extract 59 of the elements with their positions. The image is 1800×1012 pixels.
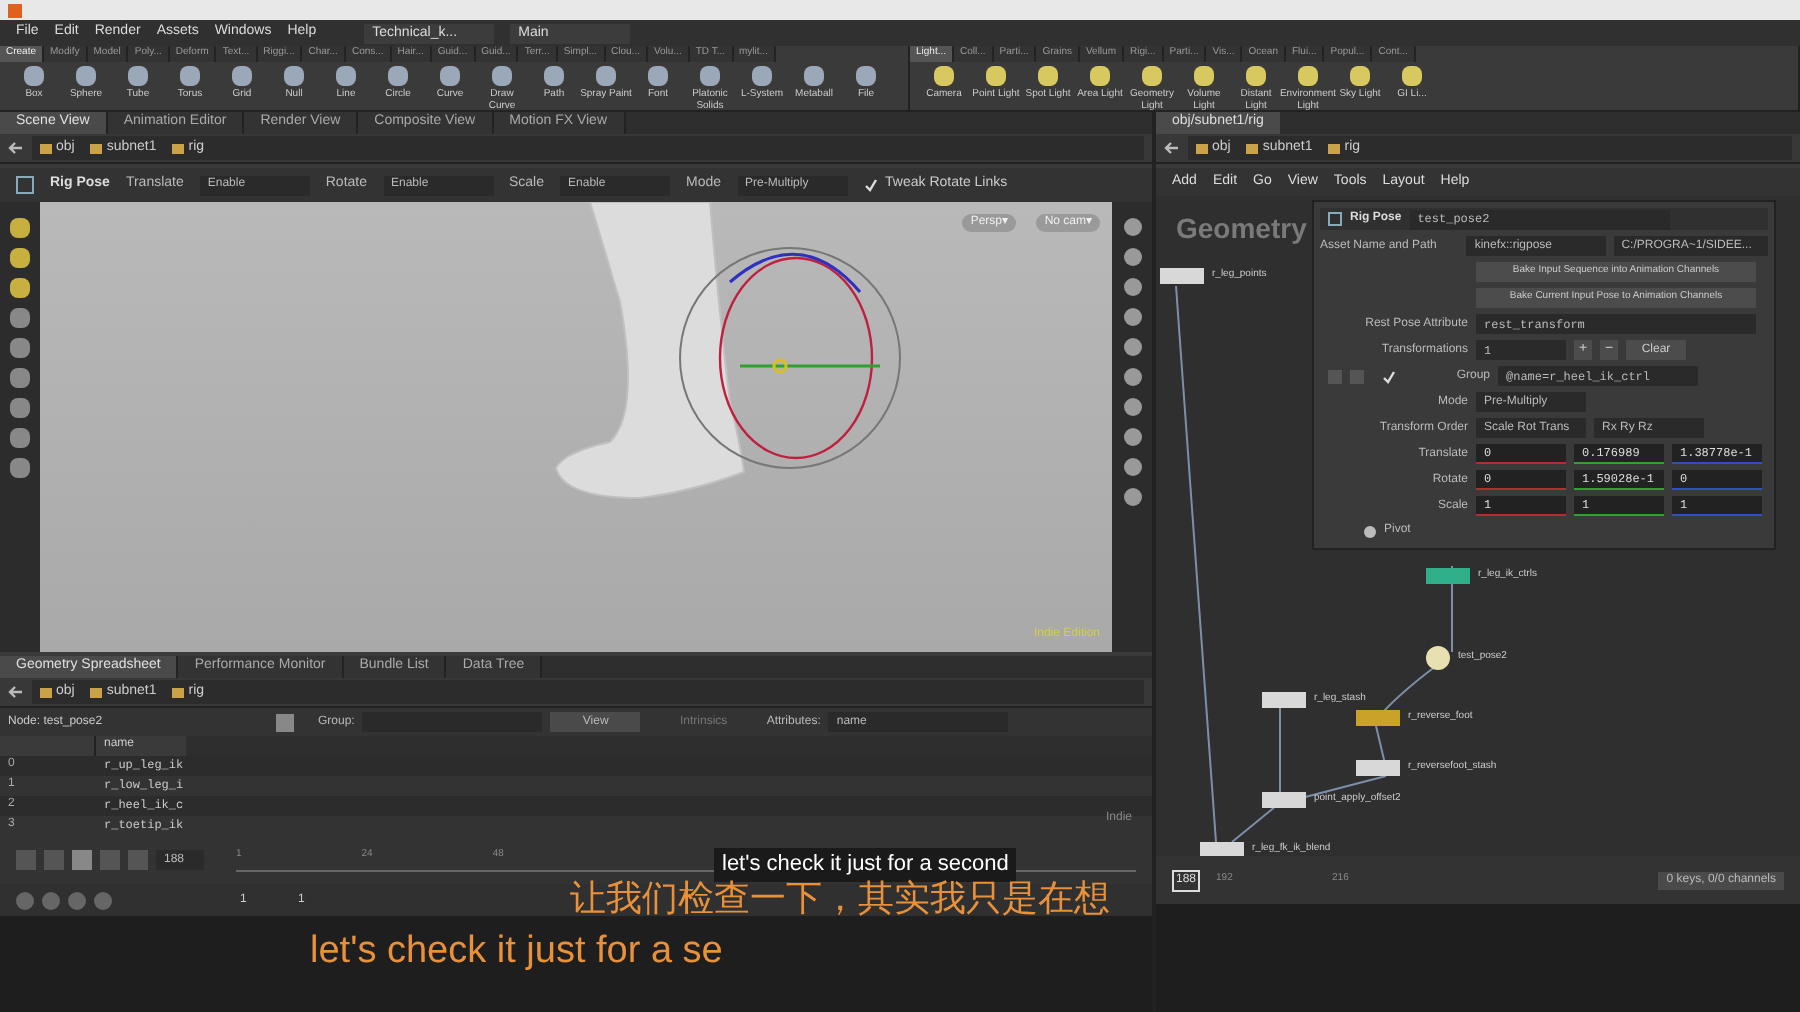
folder-icon bbox=[90, 143, 103, 153]
shelf-tool-icon bbox=[596, 65, 616, 85]
check-icon bbox=[863, 178, 878, 192]
shelf-tool-icon bbox=[986, 65, 1006, 85]
shelf-tool-icon bbox=[1298, 65, 1318, 85]
network-node[interactable] bbox=[1356, 760, 1400, 776]
rig-pose-icon bbox=[1328, 212, 1342, 226]
network-node[interactable] bbox=[1262, 792, 1306, 808]
shelf-tool-icon bbox=[1246, 65, 1266, 85]
shelf-tool-icon bbox=[1142, 65, 1162, 85]
shelf-tool-icon bbox=[1402, 65, 1422, 85]
back-arrow-icon[interactable] bbox=[8, 684, 24, 700]
shelf-tool-icon bbox=[128, 65, 148, 85]
folder-icon bbox=[1328, 143, 1341, 153]
shelf-tool-icon bbox=[492, 65, 512, 85]
network-node[interactable] bbox=[1426, 646, 1450, 670]
rig-pose-icon bbox=[16, 176, 34, 194]
enable-checkbox[interactable] bbox=[1380, 368, 1396, 384]
shelf-tool-icon bbox=[648, 65, 668, 85]
back-arrow-icon[interactable] bbox=[1164, 140, 1180, 156]
folder-icon bbox=[40, 687, 52, 697]
shelf-tool-icon bbox=[1090, 65, 1110, 85]
network-node[interactable] bbox=[1426, 568, 1470, 584]
shelf-tool-icon bbox=[1194, 65, 1214, 85]
folder-icon bbox=[1196, 143, 1208, 153]
folder-icon bbox=[172, 687, 185, 697]
network-node[interactable] bbox=[1200, 842, 1244, 856]
gear-icon bbox=[1364, 525, 1376, 537]
app-icon bbox=[8, 3, 22, 17]
geometry-filter-icon[interactable] bbox=[276, 713, 294, 731]
shelf-tool-icon bbox=[180, 65, 200, 85]
shelf-tool-icon bbox=[76, 65, 96, 85]
subtitle: let's check it just for a second bbox=[714, 848, 1017, 881]
folder-icon bbox=[90, 687, 103, 697]
shelf-tool-icon bbox=[1038, 65, 1058, 85]
shelf-tool-icon bbox=[336, 65, 356, 85]
shelf-tool-icon bbox=[388, 65, 408, 85]
shelf-tool-icon bbox=[1350, 65, 1370, 85]
shelf-tool-icon bbox=[934, 65, 954, 85]
shelf-tool-icon bbox=[700, 65, 720, 85]
subtitle: 让我们检查一下，其实我只是在想 bbox=[570, 876, 1110, 924]
network-node[interactable] bbox=[1160, 268, 1204, 284]
subtitle: let's check it just for a se bbox=[310, 928, 723, 976]
shelf-tool-icon bbox=[856, 65, 876, 85]
shelf-tool-icon bbox=[752, 65, 772, 85]
folder-icon bbox=[1246, 143, 1259, 153]
shelf-tool-icon bbox=[232, 65, 252, 85]
context-watermark: Geometry bbox=[1176, 210, 1307, 248]
shelf-tool-icon bbox=[440, 65, 460, 85]
folder-icon bbox=[40, 143, 52, 153]
folder-icon bbox=[172, 143, 185, 153]
shelf-tool-icon bbox=[804, 65, 824, 85]
network-node[interactable] bbox=[1262, 692, 1306, 708]
shelf-tool-icon bbox=[284, 65, 304, 85]
network-editor[interactable] bbox=[1156, 196, 1800, 856]
shelf-tool-icon bbox=[24, 65, 44, 85]
back-arrow-icon[interactable] bbox=[8, 140, 24, 156]
network-node[interactable] bbox=[1356, 710, 1400, 726]
shelf-tool-icon bbox=[544, 65, 564, 85]
